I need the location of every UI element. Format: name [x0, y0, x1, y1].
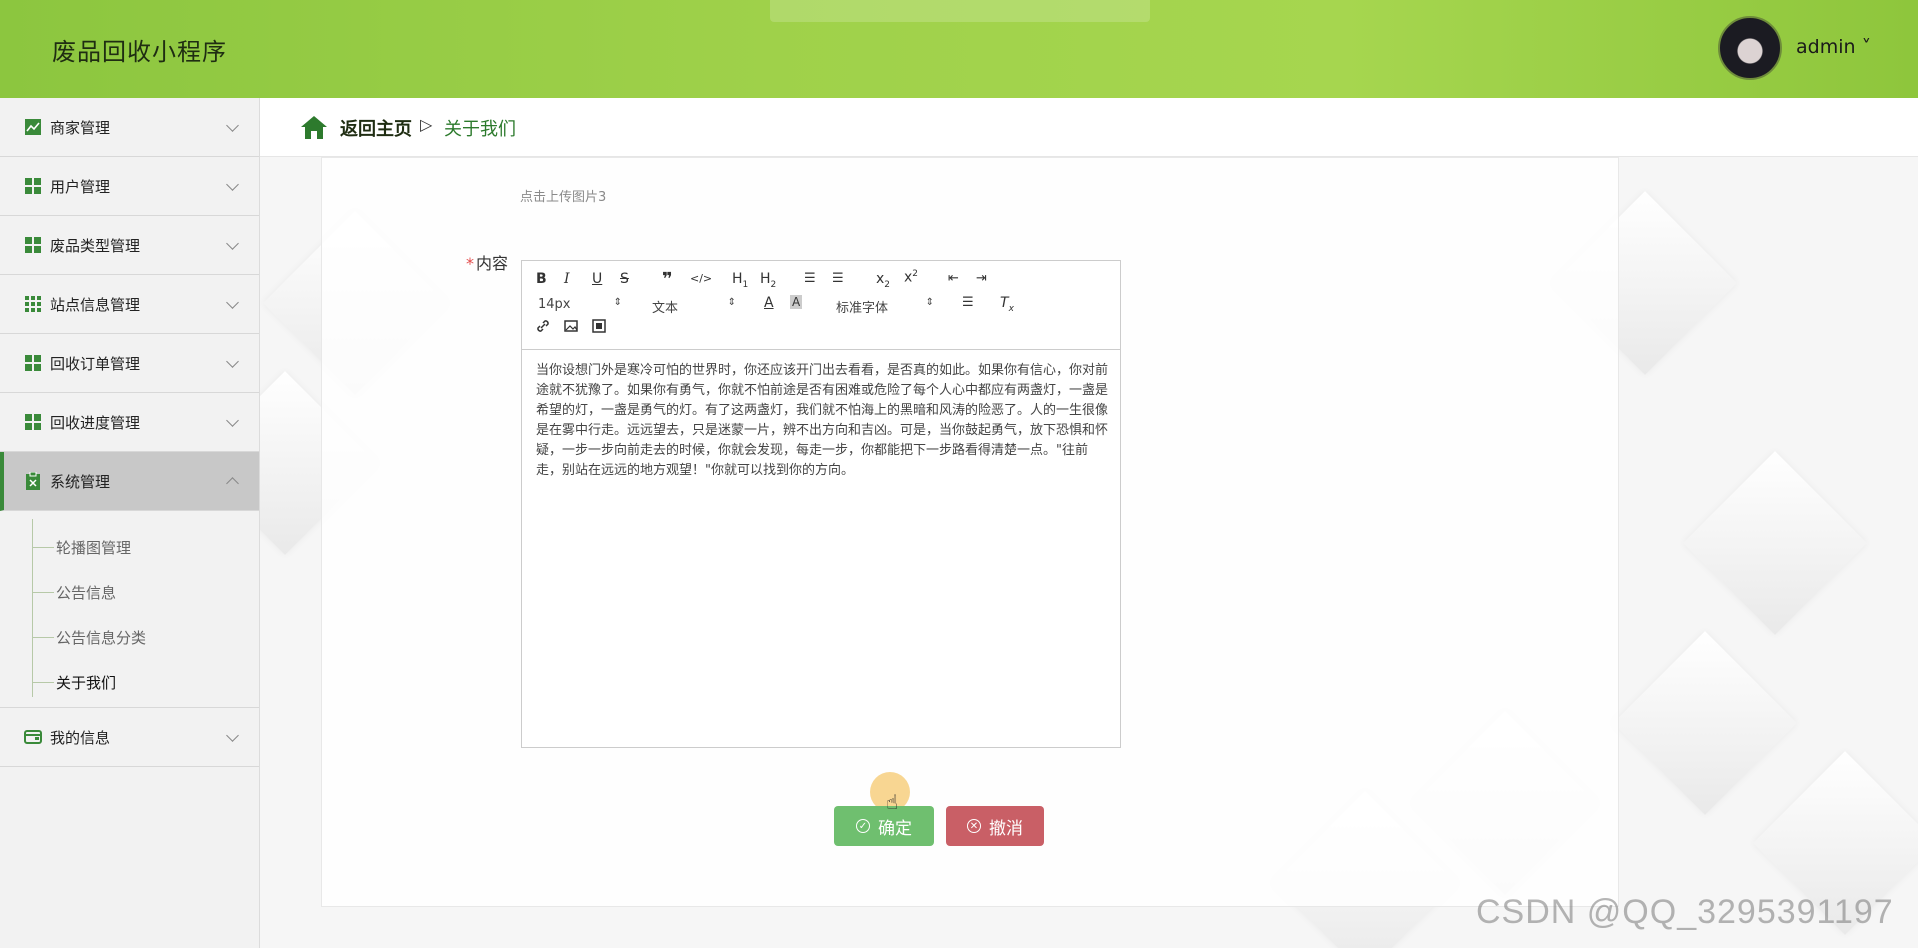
chevron-down-icon: [226, 355, 239, 368]
block-type-select[interactable]: 文本 ⇕: [652, 297, 736, 316]
superscript-icon[interactable]: x2: [904, 269, 918, 286]
breadcrumb-separator: ▷: [420, 115, 433, 134]
italic-icon[interactable]: I: [564, 271, 570, 287]
link-icon[interactable]: [536, 319, 550, 337]
breadcrumb-current: 关于我们: [444, 119, 516, 140]
bold-icon[interactable]: B: [536, 271, 547, 287]
image-icon[interactable]: [564, 319, 578, 337]
submenu-item-label: 轮播图管理: [56, 538, 132, 557]
chevron-down-icon: [226, 119, 239, 132]
confirm-button[interactable]: ✓ 确定: [834, 806, 934, 846]
heading2-icon[interactable]: H2: [760, 271, 776, 290]
watermark: CSDN @QQ_3295391197: [1476, 893, 1894, 931]
sidebar-item-label: 站点信息管理: [50, 295, 141, 314]
home-icon[interactable]: [300, 114, 328, 144]
avatar[interactable]: [1718, 16, 1782, 80]
blockquote-icon[interactable]: ❞: [662, 269, 673, 290]
bullet-list-icon[interactable]: ☰: [832, 271, 844, 286]
header-search-bar: [770, 0, 1150, 22]
strikethrough-icon[interactable]: S: [620, 271, 629, 287]
submenu-item-notice-categories[interactable]: 公告信息分类: [32, 625, 146, 649]
sidebar-item-label: 系统管理: [50, 472, 111, 491]
font-size-select[interactable]: 14px ⇕: [538, 297, 622, 313]
heading1-icon[interactable]: H1: [732, 271, 748, 290]
editor-content[interactable]: 当你设想门外是寒冷可怕的世界时，你还应该开门出去看看，是否真的如此。如果你有信心…: [536, 361, 1108, 481]
submenu-item-carousel[interactable]: 轮播图管理: [32, 535, 131, 559]
editor-toolbar: B I U S ❞ </> H1 H2 ☰ ☰ x2 x2 ⇤ ⇥ 14px ⇕ …: [522, 261, 1120, 350]
content-label: * 内容: [466, 254, 509, 273]
chevron-up-icon: [226, 477, 239, 490]
sidebar-item-stations[interactable]: 站点信息管理: [0, 275, 259, 334]
hand-cursor-icon: ☝: [886, 790, 899, 814]
grid-icon: [24, 413, 42, 431]
breadcrumb-home-link[interactable]: 返回主页: [340, 115, 412, 141]
close-circle-icon: ✕: [967, 819, 981, 833]
clipboard-icon: [24, 472, 42, 490]
font-color-icon[interactable]: A: [764, 295, 774, 311]
grid9-icon: [24, 295, 42, 313]
clear-format-icon[interactable]: Tx: [1000, 295, 1014, 314]
sidebar-item-orders[interactable]: 回收订单管理: [0, 334, 259, 393]
chevron-down-icon: [226, 729, 239, 742]
sidebar-item-label: 用户管理: [50, 177, 111, 196]
indent-icon[interactable]: ⇥: [976, 271, 987, 286]
sidebar-item-label: 我的信息: [50, 728, 111, 747]
breadcrumb: 返回主页 ▷ 关于我们: [260, 98, 1918, 157]
sidebar-item-label: 回收订单管理: [50, 354, 141, 373]
chevron-down-icon: [226, 296, 239, 309]
grid-icon: [24, 354, 42, 372]
check-circle-icon: ✓: [856, 819, 870, 833]
app-title: 废品回收小程序: [52, 38, 227, 66]
ordered-list-icon[interactable]: ☰: [804, 271, 816, 286]
top-header: 废品回收小程序 admin ˅: [0, 0, 1918, 98]
font-family-select[interactable]: 标准字体 ⇕: [836, 297, 934, 316]
required-mark: *: [466, 254, 474, 273]
upload-tip[interactable]: 点击上传图片3: [520, 186, 606, 205]
submenu-item-about-us[interactable]: 关于我们: [32, 670, 116, 694]
align-icon[interactable]: ☰: [962, 295, 974, 310]
background-color-icon[interactable]: A: [790, 295, 803, 309]
sidebar-item-label: 废品类型管理: [50, 236, 141, 255]
submenu-item-label: 关于我们: [56, 673, 117, 692]
sidebar-item-waste-types[interactable]: 废品类型管理: [0, 216, 259, 275]
chart-icon: [24, 118, 42, 136]
sidebar-item-progress[interactable]: 回收进度管理: [0, 393, 259, 452]
cancel-button[interactable]: ✕ 撤消: [946, 806, 1044, 846]
chevron-down-icon: [226, 414, 239, 427]
rich-text-editor: B I U S ❞ </> H1 H2 ☰ ☰ x2 x2 ⇤ ⇥ 14px ⇕ …: [521, 260, 1121, 748]
sidebar: 商家管理 用户管理 废品类型管理 站点信息管理 回收订单管理 回收进度管理 系统…: [0, 98, 260, 948]
chevron-down-icon: [226, 178, 239, 191]
system-submenu: 轮播图管理 公告信息 公告信息分类 关于我们: [0, 511, 259, 707]
sidebar-item-merchant[interactable]: 商家管理: [0, 98, 259, 157]
user-menu[interactable]: admin ˅: [1796, 36, 1871, 58]
chevron-down-icon: [226, 237, 239, 250]
sidebar-item-my-info[interactable]: 我的信息: [0, 707, 259, 767]
sidebar-item-label: 回收进度管理: [50, 413, 141, 432]
video-icon[interactable]: [592, 319, 606, 337]
sidebar-item-system[interactable]: 系统管理: [0, 452, 259, 511]
code-block-icon[interactable]: </>: [690, 272, 712, 285]
submenu-item-label: 公告信息分类: [56, 628, 147, 647]
outdent-icon[interactable]: ⇤: [948, 271, 959, 286]
submenu-item-notices[interactable]: 公告信息: [32, 580, 116, 604]
sidebar-item-label: 商家管理: [50, 118, 111, 137]
sidebar-item-users[interactable]: 用户管理: [0, 157, 259, 216]
wallet-icon: [24, 728, 42, 746]
subscript-icon[interactable]: x2: [876, 271, 890, 290]
grid-icon: [24, 177, 42, 195]
underline-icon[interactable]: U: [592, 271, 602, 287]
submenu-item-label: 公告信息: [56, 583, 117, 602]
grid-icon: [24, 236, 42, 254]
